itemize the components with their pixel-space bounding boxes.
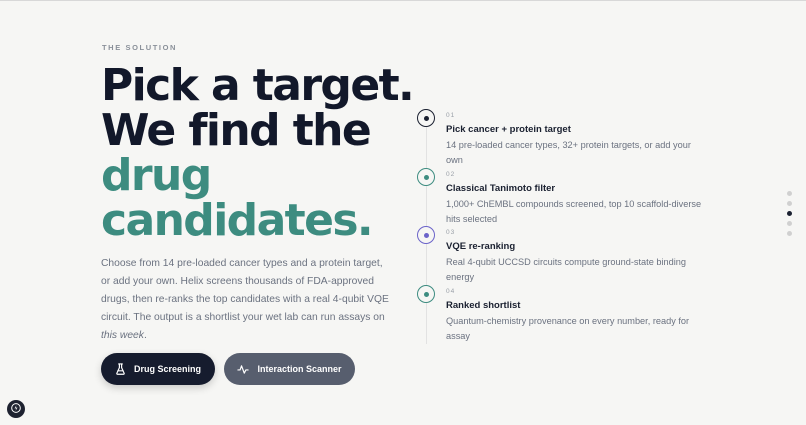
section-nav-dot-2[interactable] (787, 201, 792, 206)
description-emphasis: this week (101, 330, 144, 341)
interaction-scanner-label: Interaction Scanner (257, 364, 342, 374)
description-end: . (143, 330, 147, 341)
section-nav-dot-1[interactable] (787, 191, 792, 196)
headline-line-2: We find the (101, 105, 372, 156)
headline-accent-line-1: drug (101, 150, 212, 201)
lightning-bolt-icon (11, 400, 21, 418)
description-text: Choose from 14 pre-loaded cancer types a… (101, 258, 389, 323)
section-nav-dot-3-active[interactable] (787, 211, 792, 216)
step-2-title: Classical Tanimoto filter (446, 183, 556, 194)
headline-line-1: Pick a target. (101, 60, 415, 111)
step-2-number: 02 (446, 171, 456, 178)
step-3-description: Real 4-qubit UCCSD circuits compute grou… (446, 257, 687, 282)
bolt-badge-button[interactable] (7, 400, 25, 418)
section-eyebrow: THE SOLUTION (102, 43, 178, 52)
interaction-scanner-button[interactable]: Interaction Scanner (224, 353, 355, 385)
step-4-description: Quantum-chemistry provenance on every nu… (446, 316, 690, 341)
drug-screening-button[interactable]: Drug Screening (101, 353, 215, 385)
activity-icon (237, 364, 250, 375)
section-nav-dot-5[interactable] (787, 231, 792, 236)
step-1-number: 01 (446, 112, 456, 119)
step-3-number: 03 (446, 229, 456, 236)
step-4-title: Ranked shortlist (446, 300, 521, 311)
flask-icon (115, 363, 126, 375)
step-4-marker (417, 285, 435, 303)
step-2-marker (417, 168, 435, 186)
headline-accent-line-2: candidates. (101, 195, 374, 246)
step-1-description: 14 pre-loaded cancer types, 32+ protein … (446, 140, 691, 165)
step-2-description: 1,000+ ChEMBL compounds screened, top 10… (446, 199, 702, 224)
step-1-title: Pick cancer + protein target (446, 124, 571, 135)
page-headline: Pick a target. We find the drug candidat… (101, 60, 415, 246)
drug-screening-label: Drug Screening (133, 364, 201, 374)
section-nav-dot-4[interactable] (787, 221, 792, 226)
step-1-marker (417, 109, 435, 127)
step-4-number: 04 (446, 288, 456, 295)
step-3-title: VQE re-ranking (446, 241, 516, 252)
solution-description: Choose from 14 pre-loaded cancer types a… (101, 255, 391, 345)
step-3-marker (417, 226, 435, 244)
pipeline-timeline: 01 Pick cancer + protein target 14 pre-l… (417, 106, 717, 346)
